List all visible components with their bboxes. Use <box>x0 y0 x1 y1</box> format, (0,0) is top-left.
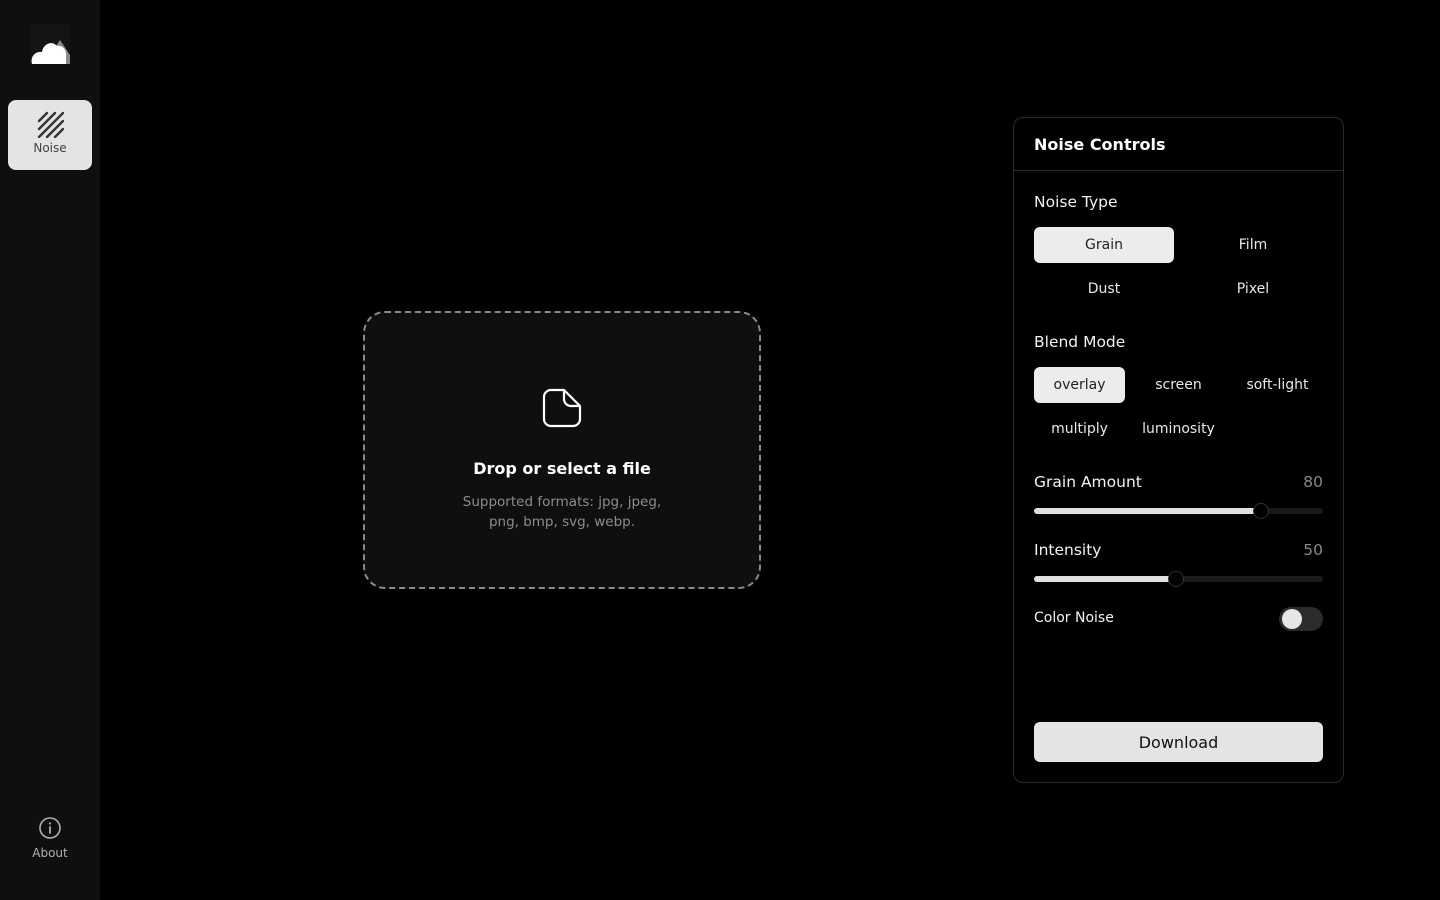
noise-type-grain[interactable]: Grain <box>1034 227 1174 263</box>
about-button[interactable]: About <box>8 816 92 872</box>
about-label: About <box>32 846 68 860</box>
grain-amount-slider[interactable] <box>1034 503 1323 519</box>
dropzone-title: Drop or select a file <box>473 459 651 478</box>
intensity-fill <box>1034 576 1176 582</box>
noise-type-film[interactable]: Film <box>1183 227 1323 263</box>
cloud-icon <box>30 24 70 64</box>
noise-lines-icon <box>37 111 64 138</box>
intensity-thumb[interactable] <box>1167 571 1184 587</box>
noise-type-label: Noise Type <box>1034 193 1118 211</box>
app-root: Noise About Drop or select a file Suppor… <box>0 0 1440 900</box>
blend-mode-soft-light[interactable]: soft-light <box>1232 367 1323 403</box>
sidebar-item-noise[interactable]: Noise <box>8 100 92 170</box>
file-icon <box>542 388 582 428</box>
color-noise-toggle[interactable] <box>1279 607 1323 631</box>
color-noise-label: Color Noise <box>1034 610 1114 626</box>
file-dropzone[interactable]: Drop or select a file Supported formats:… <box>363 311 761 589</box>
noise-type-pixel[interactable]: Pixel <box>1183 271 1323 307</box>
blend-mode-multiply[interactable]: multiply <box>1034 411 1125 447</box>
dropzone-subtitle: Supported formats: jpg, jpeg, png, bmp, … <box>462 494 662 530</box>
grain-amount-label: Grain Amount <box>1034 473 1142 491</box>
noise-type-dust[interactable]: Dust <box>1034 271 1174 307</box>
panel-title: Noise Controls <box>1034 135 1166 154</box>
panel-header: Noise Controls <box>1014 118 1343 171</box>
grain-amount-thumb[interactable] <box>1252 503 1269 519</box>
intensity-slider[interactable] <box>1034 571 1323 587</box>
blend-mode-screen[interactable]: screen <box>1133 367 1224 403</box>
toggle-knob <box>1282 609 1302 629</box>
download-button[interactable]: Download <box>1034 722 1323 762</box>
noise-controls-panel: Noise Controls Noise Type Grain Film Dus… <box>1013 117 1344 783</box>
blend-mode-luminosity[interactable]: luminosity <box>1133 411 1224 447</box>
grain-amount-value: 80 <box>1303 473 1323 491</box>
intensity-value: 50 <box>1303 541 1323 559</box>
grain-amount-fill <box>1034 508 1261 514</box>
sidebar-item-label: Noise <box>33 141 67 155</box>
sidebar: Noise About <box>0 0 100 900</box>
blend-mode-overlay[interactable]: overlay <box>1034 367 1125 403</box>
info-icon <box>39 817 61 839</box>
intensity-label: Intensity <box>1034 541 1102 559</box>
blend-mode-label: Blend Mode <box>1034 333 1126 351</box>
